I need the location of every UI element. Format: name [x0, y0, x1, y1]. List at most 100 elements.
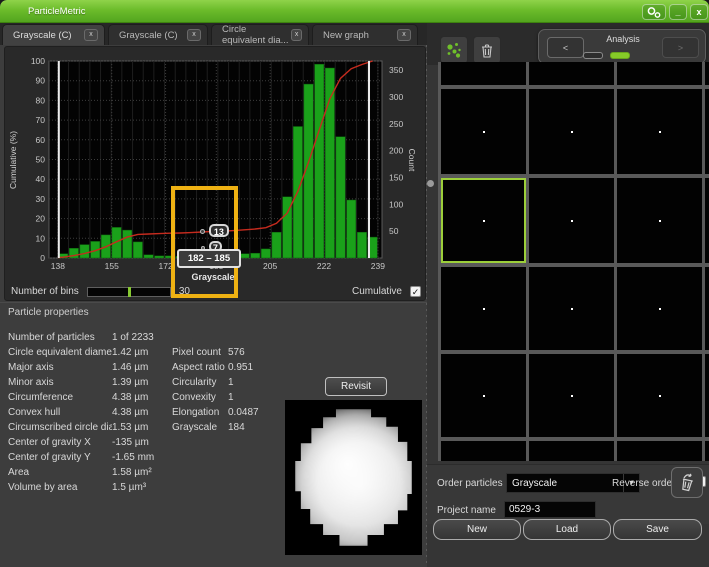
svg-text:10: 10 [36, 233, 46, 243]
particle-thumbnail[interactable] [529, 89, 614, 174]
property-row: Center of gravity Y-1.65 mm [8, 450, 288, 465]
particle-thumbnail[interactable] [617, 441, 702, 461]
property-row: Convex hull4.38 µmElongation0.0487 [8, 405, 288, 420]
property-row: Volume by area1.5 µm³ [8, 480, 288, 495]
bins-slider-thumb[interactable] [128, 287, 131, 297]
property-label: Circularity [172, 377, 228, 388]
project-name-label: Project name [437, 505, 496, 516]
tab-close-icon[interactable]: x [187, 29, 201, 41]
particle-dot [571, 220, 573, 222]
delete-particle-button[interactable] [473, 36, 501, 64]
svg-text:100: 100 [389, 199, 403, 209]
analysis-next-button[interactable]: > [662, 37, 699, 58]
svg-text:60: 60 [36, 135, 46, 145]
trash-arrow-icon [677, 472, 697, 493]
cumulative-checkbox[interactable]: ✓ [410, 286, 421, 297]
particle-thumbnail[interactable] [705, 178, 709, 263]
particle-dot [483, 220, 485, 222]
property-value: 4.38 µm [112, 407, 172, 418]
tab-grayscale-c[interactable]: Grayscale (C)x [108, 24, 208, 45]
tab-label: Grayscale (C) [13, 30, 72, 41]
particle-dot [571, 395, 573, 397]
svg-text:150: 150 [389, 172, 403, 182]
minimize-button[interactable]: _ [669, 4, 687, 20]
load-button[interactable]: Load [523, 519, 611, 540]
particle-thumbnail[interactable] [705, 62, 709, 85]
particle-thumbnail[interactable] [441, 441, 526, 461]
particle-properties-table: Number of particles1 of 2233Circle equiv… [8, 330, 288, 495]
tab-label: New graph [323, 30, 369, 41]
svg-text:155: 155 [105, 261, 119, 271]
tab-circle-equivalent-dia[interactable]: Circle equivalent dia...x [211, 24, 309, 45]
order-particles-label: Order particles by [437, 478, 516, 489]
particle-thumbnail[interactable] [441, 354, 526, 437]
cumulative-value-badge: 13 [209, 224, 229, 237]
particle-thumbnail[interactable] [529, 62, 614, 85]
analysis-toggle-on[interactable] [610, 52, 630, 59]
settings-icon [646, 6, 662, 19]
property-value: 1 of 2233 [112, 332, 172, 343]
analysis-toggle-off[interactable] [583, 52, 603, 59]
app-title: ParticleMetric [28, 6, 86, 17]
particle-thumbnail[interactable] [705, 89, 709, 174]
particle-thumbnail[interactable] [705, 441, 709, 461]
particle-thumbnail[interactable] [617, 267, 702, 350]
particle-thumbnail[interactable] [617, 62, 702, 85]
particle-thumbnail[interactable] [617, 354, 702, 437]
svg-text:30: 30 [36, 194, 46, 204]
tab-close-icon[interactable]: x [291, 29, 302, 41]
particle-properties-header: Particle properties [8, 307, 89, 318]
svg-text:200: 200 [389, 146, 403, 156]
svg-text:50: 50 [36, 155, 46, 165]
cumulative-label: Cumulative [352, 286, 402, 297]
new-button[interactable]: New [433, 519, 521, 540]
particle-thumbnail-selected[interactable] [441, 178, 526, 263]
particle-thumbnail[interactable] [529, 354, 614, 437]
svg-text:0: 0 [40, 253, 45, 263]
tab-close-icon[interactable]: x [397, 29, 411, 41]
particle-thumbnail[interactable] [705, 354, 709, 437]
show-particles-button[interactable] [440, 36, 468, 64]
particle-thumbnail[interactable] [705, 267, 709, 350]
particle-thumbnail[interactable] [529, 267, 614, 350]
svg-text:40: 40 [36, 174, 46, 184]
svg-text:239: 239 [371, 261, 385, 271]
particle-thumbnail[interactable] [529, 441, 614, 461]
particle-blob [295, 409, 412, 546]
particle-thumbnail[interactable] [617, 89, 702, 174]
property-label: Area [8, 467, 112, 478]
splitter-handle[interactable] [427, 180, 434, 187]
revisit-button[interactable]: Revisit [325, 377, 387, 396]
property-label: Center of gravity Y [8, 452, 112, 463]
particle-thumbnail[interactable] [529, 178, 614, 263]
divider [0, 302, 427, 303]
particle-thumbnail[interactable] [441, 267, 526, 350]
tab-close-icon[interactable]: x [84, 29, 98, 41]
property-row: Area1.58 µm² [8, 465, 288, 480]
svg-text:Cumulative (%): Cumulative (%) [8, 131, 18, 189]
particle-dot [571, 308, 573, 310]
property-value: 0.951 [228, 362, 288, 373]
analysis-prev-button[interactable]: < [547, 37, 584, 58]
save-button[interactable]: Save [613, 519, 702, 540]
project-name-input[interactable] [504, 501, 596, 518]
discard-particles-button[interactable] [671, 467, 703, 498]
property-value: 576 [228, 347, 288, 358]
tab-grayscale-c[interactable]: Grayscale (C) x [2, 24, 105, 45]
property-value: 1.46 µm [112, 362, 172, 373]
particle-thumbnail[interactable] [617, 178, 702, 263]
particle-thumbnail[interactable] [441, 62, 526, 85]
tab-new-graph[interactable]: New graph x [312, 24, 418, 45]
svg-text:205: 205 [263, 261, 277, 271]
bins-slider[interactable] [87, 287, 171, 297]
property-label: Center of gravity X [8, 437, 112, 448]
svg-text:Count: Count [407, 149, 417, 172]
settings-button[interactable] [642, 4, 666, 20]
particle-dot [571, 131, 573, 133]
particle-dot [483, 131, 485, 133]
particle-thumbnail[interactable] [441, 89, 526, 174]
property-row: Circumference4.38 µmConvexity1 [8, 390, 288, 405]
property-value: 1.42 µm [112, 347, 172, 358]
chart-panel: 0102030405060708090100501001502002503003… [4, 46, 426, 301]
close-button[interactable]: x [690, 4, 708, 20]
